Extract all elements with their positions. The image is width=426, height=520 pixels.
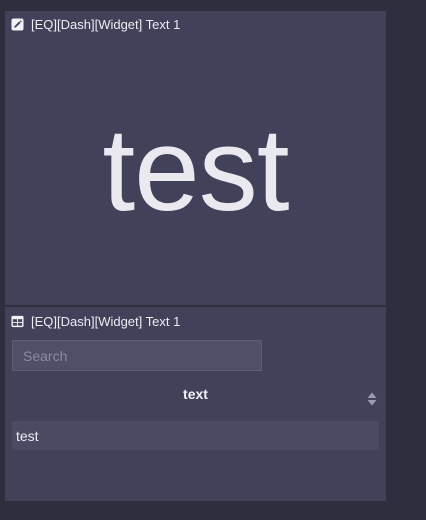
text-widget-title: [EQ][Dash][Widget] Text 1 — [31, 16, 181, 32]
table-widget-title: [EQ][Dash][Widget] Text 1 — [31, 313, 181, 329]
table-widget-panel: [EQ][Dash][Widget] Text 1 text test — [5, 307, 386, 501]
column-header-label: text — [183, 386, 208, 402]
table-cell: test — [16, 427, 39, 444]
sort-icon[interactable] — [367, 392, 377, 406]
text-widget-panel: [EQ][Dash][Widget] Text 1 test — [5, 11, 386, 305]
text-widget-content: test — [102, 104, 289, 236]
table-widget-header: [EQ][Dash][Widget] Text 1 — [11, 313, 180, 329]
search-input[interactable] — [12, 340, 262, 371]
edit-icon[interactable] — [11, 18, 24, 31]
table-icon[interactable] — [11, 315, 24, 328]
table-row[interactable]: test — [12, 421, 379, 450]
text-widget-header: [EQ][Dash][Widget] Text 1 — [11, 16, 180, 32]
column-header-text[interactable]: text — [12, 386, 379, 406]
